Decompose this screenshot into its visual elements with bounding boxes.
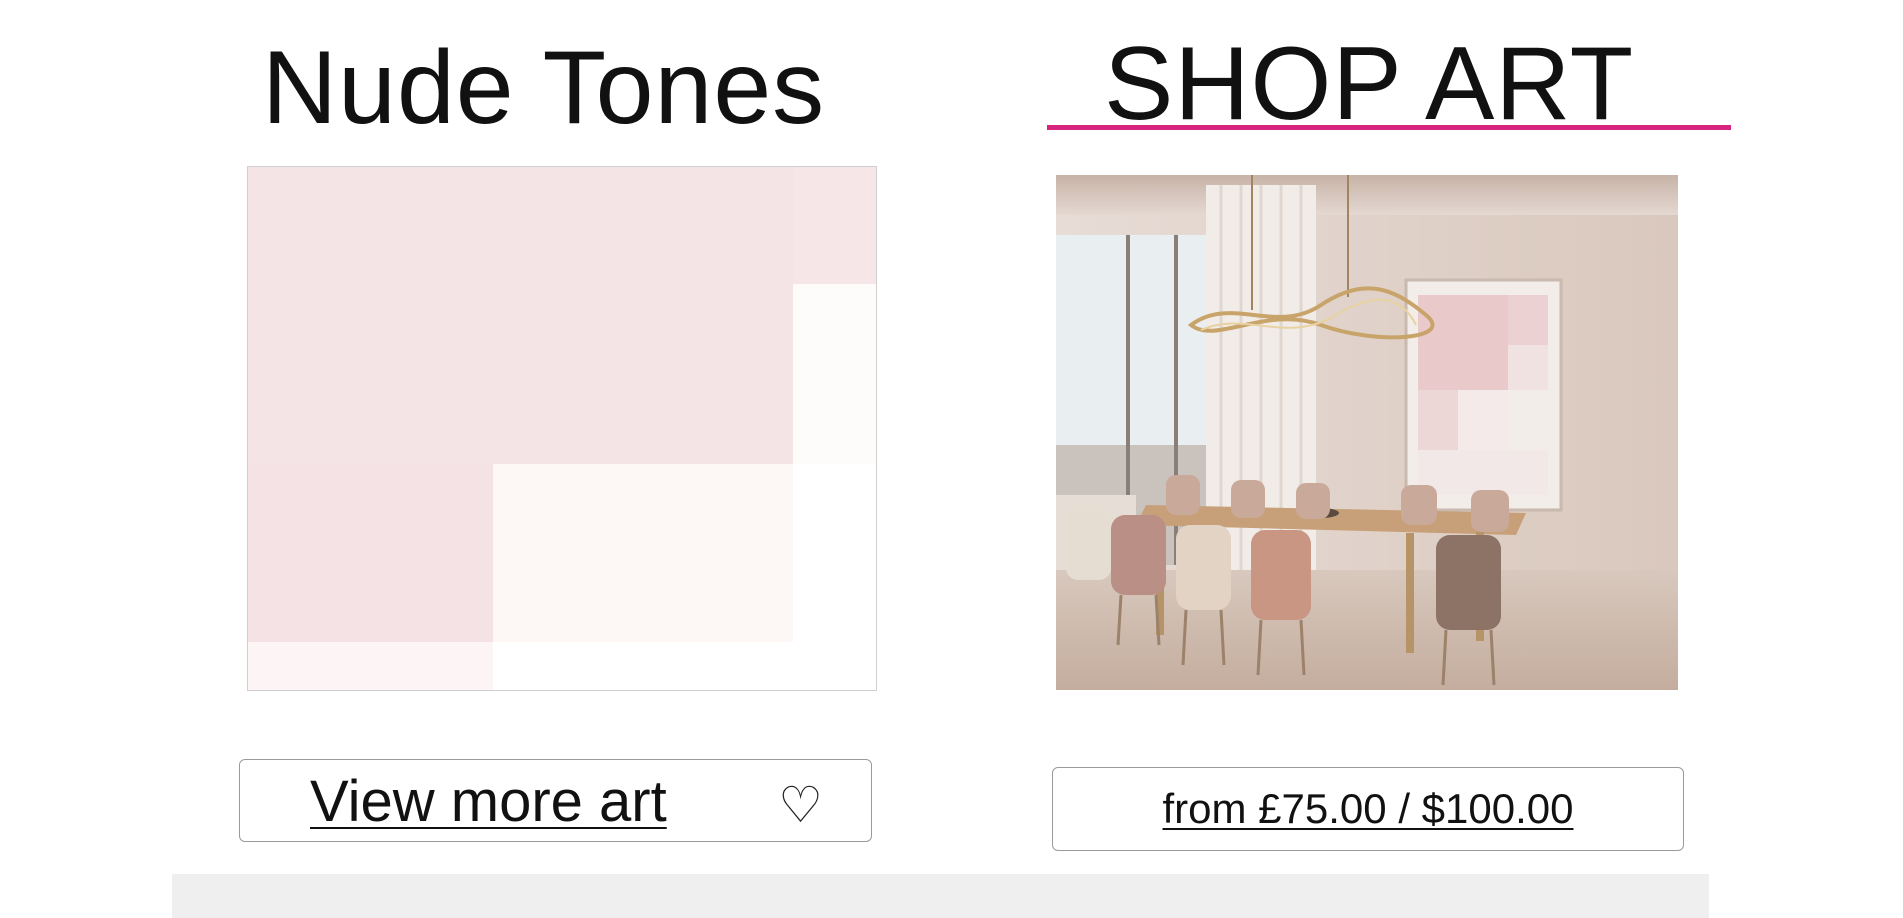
artwork-block-bottom-left <box>248 642 493 690</box>
shop-art-underline <box>1047 125 1731 130</box>
artwork-block-right-strip <box>793 284 876 464</box>
artwork-block-left-lower <box>248 464 493 642</box>
artwork-image[interactable] <box>247 166 877 691</box>
artwork-title: Nude Tones <box>262 30 826 146</box>
artwork-block-center-lower <box>493 464 793 642</box>
price-button[interactable]: from £75.00 / $100.00 <box>1052 767 1684 851</box>
price-label[interactable]: from £75.00 / $100.00 <box>1163 785 1574 833</box>
view-more-art-label[interactable]: View more art <box>310 768 667 835</box>
artwork-block-main <box>248 167 793 464</box>
artwork-block-right-lower <box>793 464 876 642</box>
artwork-block-bottom-right <box>493 642 876 690</box>
shop-art-heading[interactable]: SHOP ART <box>1104 32 1634 136</box>
view-more-art-button[interactable]: View more art ♡ <box>239 759 872 842</box>
heart-outline-icon[interactable]: ♡ <box>778 780 823 830</box>
artwork-block-top-right <box>793 167 876 284</box>
room-mockup-image[interactable] <box>1056 175 1678 690</box>
footer-bar <box>172 874 1709 918</box>
dining-room-illustration <box>1056 175 1678 690</box>
